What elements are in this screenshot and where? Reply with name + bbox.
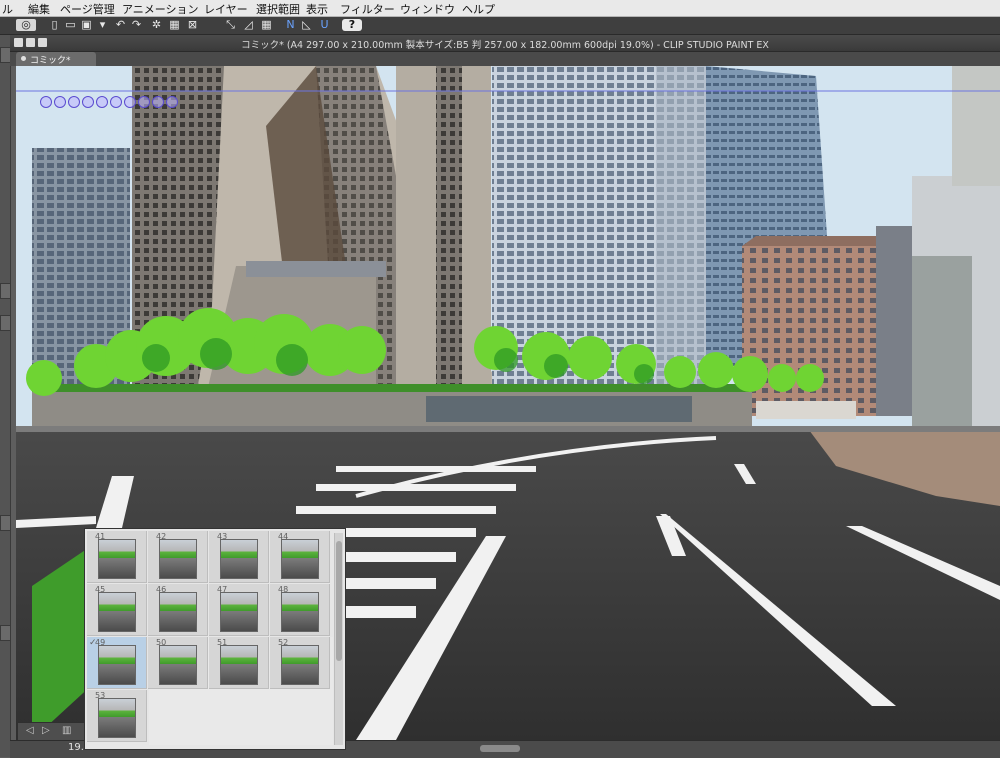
- undo-icon[interactable]: ↶: [114, 19, 127, 31]
- ruler-icon[interactable]: ◺: [300, 19, 313, 31]
- object-lock-icon[interactable]: [152, 96, 164, 108]
- rail-tab-4[interactable]: [0, 625, 11, 641]
- save-icon[interactable]: ▣: [80, 19, 93, 31]
- page-preview-image: [98, 592, 136, 632]
- object-move-icon[interactable]: [96, 96, 108, 108]
- object-settings-icon[interactable]: [138, 96, 150, 108]
- page-preview-image: [98, 698, 136, 738]
- page-thumbnail[interactable]: 53: [87, 690, 147, 742]
- menu-bar: ル 編集 ページ管理 アニメーション レイヤー 選択範囲 表示 フィルター ウィ…: [0, 0, 1000, 17]
- snap-grid-icon[interactable]: ▦: [260, 19, 273, 31]
- menu-item-layer[interactable]: レイヤー: [204, 1, 248, 17]
- page-thumbnail[interactable]: 48: [270, 584, 330, 636]
- help-button[interactable]: ?: [342, 19, 362, 31]
- camera-move-icon[interactable]: [82, 96, 94, 108]
- page-thumbnail[interactable]: 50: [148, 637, 208, 689]
- page-thumbnail[interactable]: 46: [148, 584, 208, 636]
- rail-tab-3[interactable]: [0, 515, 11, 531]
- menu-item-view[interactable]: 表示: [306, 1, 328, 17]
- clip-studio-logo-icon[interactable]: ◎: [16, 19, 36, 31]
- page-thumbnail[interactable]: 51: [209, 637, 269, 689]
- page-list-scrollbar[interactable]: [334, 533, 343, 745]
- document-window-titlebar: コミック* (A4 297.00 x 210.00mm 製本サイズ:B5 判 2…: [10, 35, 1000, 52]
- page-preview-image: [281, 539, 319, 579]
- page-preview-image: [159, 592, 197, 632]
- page-preview-image: [220, 539, 258, 579]
- menu-item-animation[interactable]: アニメーション: [122, 1, 199, 17]
- page-thumbnail-grid: 41 42 43 44 45 46 47 48 ✓ 49 50 51 52 53: [87, 531, 333, 747]
- dropdown-icon[interactable]: ▾: [96, 19, 109, 31]
- menu-item-tool[interactable]: ル: [2, 1, 13, 17]
- page-preview-image: [159, 645, 197, 685]
- page-preview-image: [281, 645, 319, 685]
- transform-icon[interactable]: ⊠: [186, 19, 199, 31]
- command-bar: ◎ ▯ ▭ ▣ ▾ ↶ ↷ ✲ ▦ ⊠ ⤡ ◿ ▦ N ◺ U ?: [0, 17, 1000, 35]
- page-manager-panel: 41 42 43 44 45 46 47 48 ✓ 49 50 51 52 53: [84, 528, 346, 750]
- object-scale-icon[interactable]: [124, 96, 136, 108]
- redo-icon[interactable]: ↷: [130, 19, 143, 31]
- menu-item-window[interactable]: ウィンドウ: [400, 1, 455, 17]
- camera-rotate-icon[interactable]: [40, 96, 52, 108]
- document-tab-bar: コミック*: [10, 52, 1000, 66]
- menu-item-edit[interactable]: 編集: [28, 1, 50, 17]
- scroll-thumb[interactable]: [336, 541, 342, 661]
- snap-ruler-icon[interactable]: ◿: [242, 19, 255, 31]
- tab-close-icon[interactable]: [21, 56, 26, 61]
- page-thumbnail[interactable]: 42: [148, 531, 208, 583]
- trash-icon[interactable]: ▥: [62, 725, 71, 736]
- page-thumbnail[interactable]: 47: [209, 584, 269, 636]
- menu-item-filter[interactable]: フィルター: [340, 1, 395, 17]
- clear-icon[interactable]: ✲: [150, 19, 163, 31]
- menu-item-page-management[interactable]: ページ管理: [60, 1, 115, 17]
- tab-label: コミック*: [30, 56, 71, 66]
- snap-special-ruler-icon[interactable]: N: [284, 19, 297, 31]
- page-preview-image: [98, 645, 136, 685]
- page-preview-image: [159, 539, 197, 579]
- page-thumbnail[interactable]: 44: [270, 531, 330, 583]
- camera-zoom-icon[interactable]: [68, 96, 80, 108]
- perspective-snap-icon[interactable]: U: [318, 19, 331, 31]
- page-preview-image: [220, 645, 258, 685]
- tab-comic[interactable]: コミック*: [16, 52, 96, 66]
- left-tool-rail: [0, 35, 11, 757]
- page-nav-controls: ◁ ▷ ▥: [18, 722, 84, 741]
- page-thumbnail[interactable]: ✓ 49: [87, 637, 147, 689]
- rail-tab-2[interactable]: [0, 315, 11, 331]
- page-thumbnail[interactable]: 45: [87, 584, 147, 636]
- new-file-icon[interactable]: ▯: [48, 19, 61, 31]
- object-align-icon[interactable]: [166, 96, 178, 108]
- camera-pan-icon[interactable]: [54, 96, 66, 108]
- snap-disabled-icon[interactable]: ⤡: [224, 19, 237, 31]
- page-thumbnail[interactable]: 43: [209, 531, 269, 583]
- menu-item-selection[interactable]: 選択範囲: [256, 1, 300, 17]
- open-folder-icon[interactable]: ▭: [64, 19, 77, 31]
- object-rotate-icon[interactable]: [110, 96, 122, 108]
- rail-tab-1[interactable]: [0, 283, 11, 299]
- next-page-icon[interactable]: ▷: [42, 725, 50, 736]
- page-thumbnail[interactable]: 52: [270, 637, 330, 689]
- page-thumbnail[interactable]: 41: [87, 531, 147, 583]
- menu-item-help[interactable]: ヘルプ: [462, 1, 495, 17]
- page-preview-image: [220, 592, 258, 632]
- fill-icon[interactable]: ▦: [168, 19, 181, 31]
- horizontal-scrollbar[interactable]: [480, 745, 520, 752]
- page-preview-image: [98, 539, 136, 579]
- previous-page-icon[interactable]: ◁: [26, 725, 34, 736]
- document-title: コミック* (A4 297.00 x 210.00mm 製本サイズ:B5 判 2…: [241, 40, 769, 51]
- page-preview-image: [281, 592, 319, 632]
